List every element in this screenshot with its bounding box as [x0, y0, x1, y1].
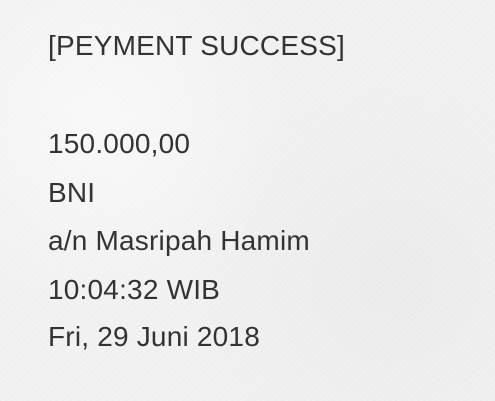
- bank-name: BNI: [48, 177, 96, 208]
- payment-time: 10:04:32 WIB: [48, 274, 221, 305]
- account-holder-name: a/n Masripah Hamim: [48, 225, 310, 256]
- note-paper: [PEYMENT SUCCESS] 150.000,00 BNI a/n Mas…: [0, 0, 495, 401]
- payment-amount: 150.000,00: [48, 128, 191, 159]
- payment-status-title: [PEYMENT SUCCESS]: [48, 30, 345, 61]
- payment-date: Fri, 29 Juni 2018: [48, 321, 260, 352]
